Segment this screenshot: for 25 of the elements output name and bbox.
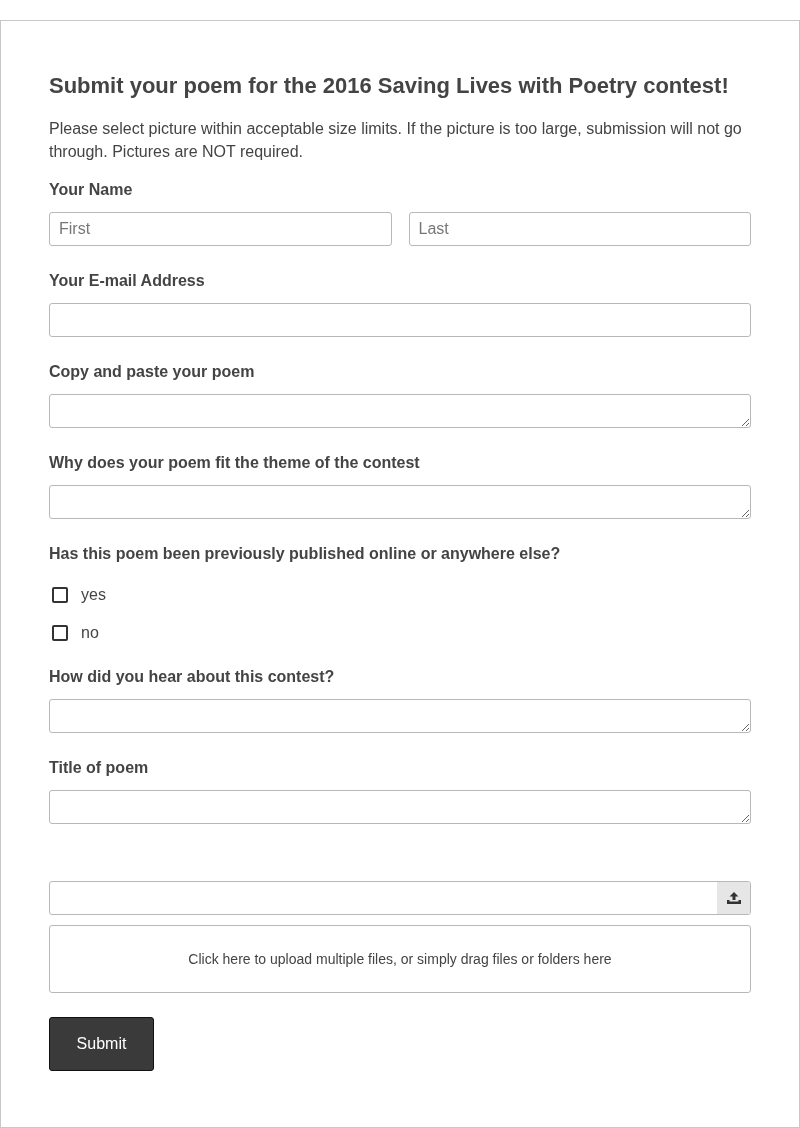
- file-drop-zone[interactable]: Click here to upload multiple files, or simply drag files or folders here: [49, 925, 751, 993]
- checkbox-label[interactable]: yes: [81, 583, 106, 607]
- field-label: Title of poem: [49, 758, 150, 778]
- field-label: Has this poem been previously published online or anywhere else?: [49, 544, 562, 564]
- file-path-field[interactable]: [49, 881, 751, 915]
- name-input[interactable]: First: [49, 212, 392, 246]
- field-label: Your E-mail Address: [49, 271, 206, 291]
- field-label: Why does your poem fit the theme of the contest: [49, 453, 421, 473]
- name-input[interactable]: Last: [408, 212, 751, 246]
- submit-button[interactable]: Submit: [49, 1017, 154, 1071]
- text-area-field[interactable]: [49, 485, 751, 519]
- checkbox[interactable]: [52, 587, 68, 603]
- form-title: Submit your poem for the 2016 Saving Lives with Poetry contest!: [49, 72, 730, 100]
- upload-icon: [725, 891, 742, 905]
- field-label: How did you hear about this contest?: [49, 667, 336, 687]
- field-label: Copy and paste your poem: [49, 362, 256, 382]
- text-area-field[interactable]: [49, 699, 751, 733]
- upload-button[interactable]: [717, 882, 750, 914]
- text-area-field[interactable]: [49, 790, 751, 824]
- checkbox-label[interactable]: no: [81, 621, 99, 645]
- field-label: Your Name: [49, 180, 134, 200]
- checkbox[interactable]: [52, 625, 68, 641]
- email-input[interactable]: [49, 303, 751, 337]
- form-description: Please select picture within acceptable size limits. If the picture is too large, submission will not go through. Pictures are NOT required.: [49, 119, 743, 162]
- text-area-field[interactable]: [49, 394, 751, 428]
